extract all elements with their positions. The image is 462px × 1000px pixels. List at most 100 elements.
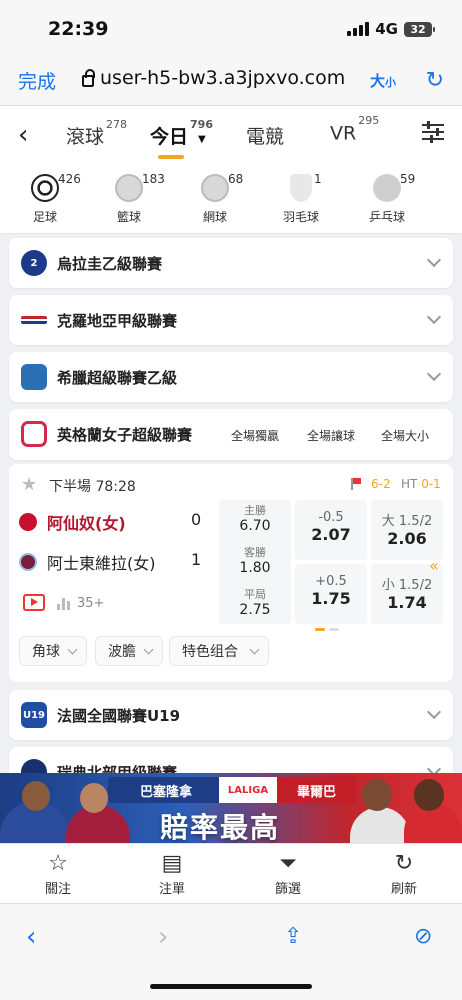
ht-value: 0-1: [421, 477, 441, 491]
chevron-down-icon: [249, 644, 260, 655]
odd-label: 客勝: [244, 546, 266, 559]
tennis-ball-icon: [201, 174, 229, 202]
tab-today[interactable]: 今日796 ▼: [150, 118, 213, 159]
odds-draw[interactable]: 平局 2.75: [219, 586, 291, 618]
odd-value: 2.75: [239, 602, 271, 618]
filter-corners[interactable]: 角球: [19, 636, 87, 666]
handicap-odds: 2.07: [311, 525, 351, 544]
sport-soccer[interactable]: 426 足球: [10, 172, 81, 225]
back-arrow-icon[interactable]: ‹: [18, 120, 28, 150]
sport-name: 乒乓球: [368, 210, 405, 224]
done-button[interactable]: 完成: [18, 67, 56, 94]
page-dots: [315, 628, 339, 631]
banner-team-left: 巴塞隆拿: [108, 777, 219, 803]
expanded-league-header[interactable]: 英格蘭女子超級聯賽 全場獨贏 全場讓球 全場大小: [9, 409, 453, 460]
text-size-large: 大: [370, 72, 386, 90]
league-row[interactable]: 克羅地亞甲級聯賽: [9, 295, 453, 345]
chevron-down-icon: [143, 644, 154, 655]
browser-toolbar: 完成 user-h5-bw3.a3jpxvo.com 大小 ↻: [0, 56, 462, 106]
handicap-away[interactable]: +0.5 1.75: [295, 564, 367, 624]
compass-icon[interactable]: ⊘: [414, 924, 432, 949]
sport-badminton[interactable]: 1 羽毛球: [266, 172, 336, 225]
u19-league-logo: U19: [21, 702, 47, 728]
tab-label: 篩選: [274, 882, 301, 897]
tab-label: 滾球: [66, 126, 105, 148]
match-clock: 78:28: [95, 479, 136, 495]
odds-away-win[interactable]: 客勝 1.80: [219, 544, 291, 576]
tab-count: 295: [358, 114, 380, 127]
status-indicators: 4G 32: [347, 20, 435, 38]
tab-label: 關注: [44, 882, 71, 897]
arsenal-logo: [19, 513, 37, 531]
home-indicator: [150, 984, 312, 989]
league-row[interactable]: 2 烏拉圭乙級聯賽: [9, 238, 453, 288]
reload-icon[interactable]: ↻: [426, 68, 444, 93]
bottom-tab-bar: ☆ 關注 ▤ 注單 ⏷ 篩選 ↻ 刷新: [0, 843, 462, 903]
odds-home-win[interactable]: 主勝 6.70: [219, 502, 291, 534]
tab-bets[interactable]: ▤ 注單: [132, 850, 212, 897]
tab-label: 電競: [246, 126, 285, 148]
text-size-button[interactable]: 大小: [370, 70, 396, 91]
tab-favorites[interactable]: ☆ 關注: [18, 850, 98, 897]
funnel-icon: ⏷: [279, 851, 297, 876]
settings-sliders-icon[interactable]: [422, 121, 444, 144]
player-head: [362, 779, 392, 811]
sport-count: 1: [314, 172, 322, 186]
handicap-line: -0.5: [318, 510, 344, 525]
handicap-home[interactable]: -0.5 2.07: [295, 500, 367, 560]
league-row[interactable]: 希臘超級聯賽乙級: [9, 352, 453, 402]
totals-line: 大 1.5/2: [381, 514, 433, 529]
league-name: 烏拉圭乙級聯賽: [57, 254, 163, 273]
tab-vr[interactable]: VR295: [330, 114, 379, 144]
home-score: 0: [191, 510, 202, 529]
sport-tennis[interactable]: 68 網球: [180, 172, 250, 225]
tab-filter[interactable]: ⏷ 篩選: [248, 850, 328, 897]
shuttlecock-icon: [290, 174, 312, 202]
halftime-score: HT 0-1: [401, 477, 441, 491]
uruguay-league-logo: 2: [21, 250, 47, 276]
browser-back-icon[interactable]: ‹: [26, 922, 36, 952]
totals-odds: 1.74: [387, 593, 427, 612]
tab-label: 注單: [158, 882, 185, 897]
tab-live[interactable]: 滾球278: [66, 118, 127, 149]
tab-refresh[interactable]: ↻ 刷新: [364, 850, 444, 897]
browser-forward-icon[interactable]: ›: [158, 922, 168, 952]
star-icon: ☆: [48, 851, 68, 876]
scroll-left-icon[interactable]: «: [429, 556, 439, 575]
url-bar[interactable]: user-h5-bw3.a3jpxvo.com: [82, 67, 345, 89]
tab-esports[interactable]: 電競: [246, 122, 284, 149]
sport-bar: 426 足球 183 籃球 68 網球 1 羽毛球 59 乒乓球: [0, 164, 462, 234]
filter-label: 波膽: [108, 644, 136, 660]
sport-table-tennis[interactable]: 59 乒乓球: [352, 172, 422, 225]
banner-slogan: 賠率最高: [160, 811, 281, 843]
greece-league-logo: [21, 364, 47, 390]
chevron-down-icon: [67, 644, 78, 655]
wsl-league-logo: [21, 421, 47, 447]
totals-over[interactable]: 大 1.5/2 2.06: [371, 500, 443, 560]
sport-count: 426: [58, 172, 81, 186]
more-markets-count[interactable]: 35+: [77, 596, 104, 611]
filter-special-combo[interactable]: 特色组合: [169, 636, 269, 666]
promo-banner[interactable]: 巴塞隆拿 LALIGA 畢爾巴 賠率最高: [0, 773, 462, 843]
favorite-star-icon[interactable]: ★: [21, 474, 37, 495]
clipboard-icon: ▤: [161, 851, 183, 876]
status-time: 22:39: [48, 18, 109, 40]
filter-label: 角球: [32, 644, 60, 660]
filter-correct-score[interactable]: 波膽: [95, 636, 163, 666]
live-video-icon[interactable]: [23, 594, 45, 611]
corner-score: 6-2: [371, 477, 391, 491]
odd-label: 平局: [244, 588, 266, 601]
aston-villa-logo: [19, 553, 37, 571]
home-team: 阿仙奴(女): [19, 510, 126, 534]
league-row[interactable]: U19 法國全國聯賽U19: [9, 690, 453, 740]
network-type: 4G: [375, 20, 398, 38]
ping-pong-icon: [373, 174, 401, 202]
market-header-totals: 全場大小: [381, 429, 430, 443]
sport-basketball[interactable]: 183 籃球: [94, 172, 165, 225]
share-icon[interactable]: ⇪: [284, 924, 302, 949]
odd-value: 6.70: [239, 518, 271, 534]
tab-label: 今日: [150, 126, 189, 148]
status-bar: 22:39 4G 32: [0, 0, 462, 56]
handicap-odds: 1.75: [311, 589, 351, 608]
stats-icon[interactable]: [57, 596, 70, 610]
